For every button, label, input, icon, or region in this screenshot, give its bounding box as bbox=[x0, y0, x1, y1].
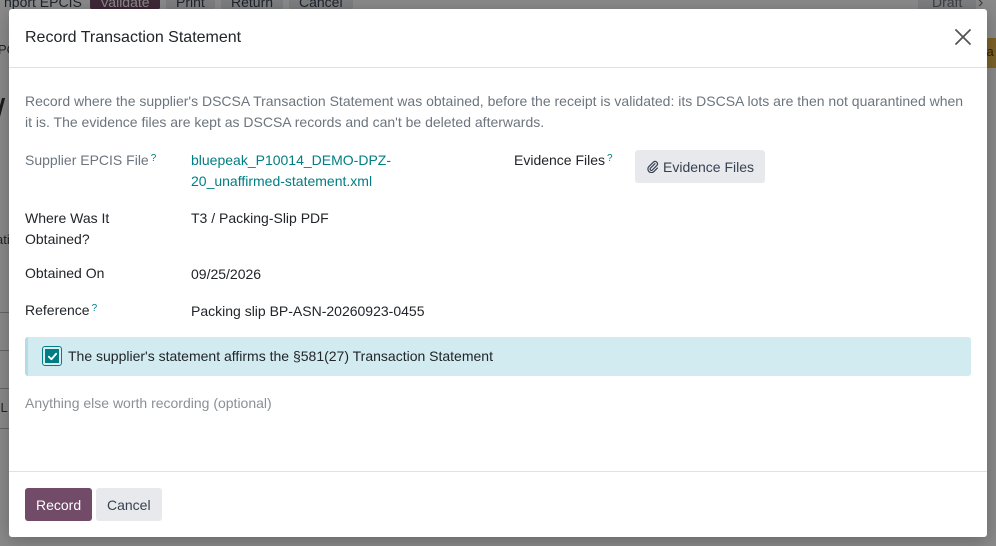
evidence-files-button[interactable]: Evidence Files bbox=[635, 150, 766, 183]
paperclip-icon bbox=[647, 160, 659, 173]
help-icon[interactable]: ? bbox=[607, 153, 613, 164]
epcis-file-link[interactable]: bluepeak_P10014_DEMO-DPZ-20_unaffirmed-s… bbox=[191, 152, 391, 189]
reference-label: Reference? bbox=[25, 302, 98, 318]
affirm-statement-row: The supplier's statement affirms the §58… bbox=[25, 337, 971, 376]
epcis-file-value: bluepeak_P10014_DEMO-DPZ-20_unaffirmed-s… bbox=[191, 150, 411, 192]
affirm-statement-checkbox[interactable] bbox=[42, 346, 62, 366]
cancel-button[interactable]: Cancel bbox=[96, 488, 162, 521]
where-obtained-label: Where Was It Obtained? bbox=[25, 210, 110, 247]
checkmark-icon bbox=[47, 352, 57, 360]
record-transaction-statement-dialog: Record Transaction Statement Record wher… bbox=[9, 9, 987, 537]
close-button[interactable] bbox=[953, 27, 973, 47]
reference-value[interactable]: Packing slip BP-ASN-20260923-0455 bbox=[191, 301, 424, 322]
where-obtained-value[interactable]: T3 / Packing-Slip PDF bbox=[191, 208, 329, 229]
dialog-intro-text: Record where the supplier's DSCSA Transa… bbox=[25, 93, 964, 130]
notes-input[interactable] bbox=[25, 392, 971, 414]
dialog-title: Record Transaction Statement bbox=[25, 29, 242, 46]
evidence-files-label: Evidence Files? bbox=[514, 152, 613, 168]
dialog-footer: Record Cancel bbox=[9, 471, 987, 537]
epcis-file-label: Supplier EPCIS File? bbox=[25, 152, 157, 168]
obtained-on-value[interactable]: 09/25/2026 bbox=[191, 264, 261, 285]
affirm-statement-label[interactable]: The supplier's statement affirms the §58… bbox=[68, 346, 493, 367]
help-icon[interactable]: ? bbox=[151, 153, 157, 164]
dialog-header: Record Transaction Statement bbox=[9, 9, 987, 68]
record-button[interactable]: Record bbox=[25, 488, 93, 521]
close-icon bbox=[955, 29, 971, 45]
obtained-on-label: Obtained On bbox=[25, 265, 105, 281]
help-icon[interactable]: ? bbox=[92, 303, 98, 314]
